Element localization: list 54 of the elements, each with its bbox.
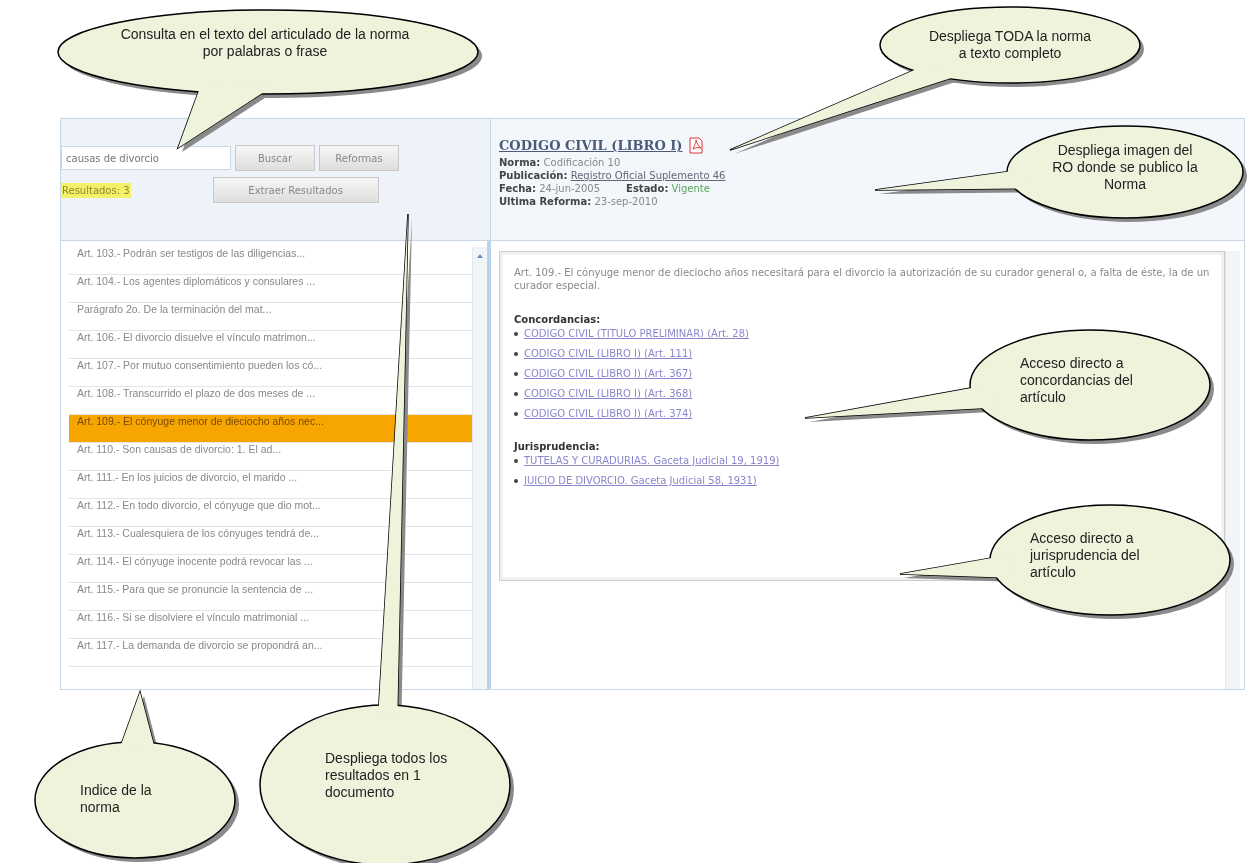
- article-text: Art. 109.- El cónyuge menor de dieciocho años necesitará para el divorcio la autorización de su curador general o, a falta de éste, la de un curador especial.: [514, 266, 1210, 292]
- bullet-icon: [514, 411, 518, 416]
- callout-text: Acceso directo a jurisprudencia del artículo: [1030, 530, 1141, 581]
- reference-link[interactable]: CODIGO CIVIL (LIBRO I) (Art. 367): [524, 368, 693, 379]
- bullet-icon: [514, 391, 518, 396]
- callout-text: Acceso directo a concordancias del artículo: [1020, 355, 1134, 406]
- bullet-icon: [514, 331, 518, 336]
- reference-link[interactable]: JUICIO DE DIVORCIO. Gaceta Judicial 58, 1931): [524, 475, 757, 486]
- callout-text: Consulta en el texto del articulado de la norma por palabras o frase: [119, 26, 411, 60]
- norm-title-link[interactable]: CODIGO CIVIL (LIBRO I): [499, 138, 683, 153]
- index-item[interactable]: Art. 116.- Si se disolviere el vínculo matrimonial ...: [69, 611, 472, 639]
- bullet-icon: [514, 478, 518, 483]
- index-item[interactable]: Art. 106.- El divorcio disuelve el vínculo matrimon...: [69, 331, 472, 359]
- bullet-icon: [514, 458, 518, 463]
- index-item[interactable]: Art. 104.- Los agentes diplomáticos y consulares ...: [69, 275, 472, 303]
- index-item[interactable]: Art. 103.- Podrán ser testigos de las diligencias...: [69, 247, 472, 275]
- norm-field: Ultima Reforma: 23-sep-2010: [499, 196, 658, 207]
- callout-text: Despliega todos los resultados en 1 documento: [325, 750, 449, 801]
- search-field[interactable]: causas de divorcio: [61, 146, 231, 170]
- norm-field: Publicación: Registro Oficial Suplemento 46: [499, 170, 726, 181]
- norm-field: Estado: Vigente: [626, 183, 710, 194]
- norm-field: Norma: Codificación 10: [499, 157, 621, 168]
- extract-results-button[interactable]: Extraer Resultados: [212, 177, 379, 203]
- callout-text: Despliega TODA la norma a texto completo: [927, 28, 1093, 62]
- search-button[interactable]: Buscar: [235, 145, 315, 171]
- index-item[interactable]: Art. 111.- En los juicios de divorcio, el marido ...: [69, 471, 472, 499]
- norm-field: Fecha: 24-jun-2005: [499, 183, 601, 194]
- index-item[interactable]: Art. 112.- En todo divorcio, el cónyuge que dio mot...: [69, 499, 472, 527]
- index-item[interactable]: Parágrafo 2o. De la terminación del mat...: [69, 303, 472, 331]
- bullet-icon: [514, 351, 518, 356]
- index-item[interactable]: Art. 115.- Para que se pronuncie la sentencia de ...: [69, 583, 472, 611]
- section-heading: Concordancias:: [514, 314, 602, 325]
- index-item[interactable]: Art. 114.- El cónyuge inocente podrá revocar las ...: [69, 555, 472, 583]
- publication-link[interactable]: Registro Oficial Suplemento 46: [570, 170, 726, 181]
- reference-link[interactable]: TUTELAS Y CURADURIAS. Gaceta Judicial 19, 1919): [524, 455, 780, 466]
- reference-link[interactable]: CODIGO CIVIL (TITULO PRELIMINAR) (Art. 28): [524, 328, 749, 339]
- index-item[interactable]: Art. 109.- El cónyuge menor de dieciocho años nec...: [69, 415, 472, 443]
- scrollbar[interactable]: [1225, 251, 1240, 689]
- search-button[interactable]: Reformas: [319, 145, 399, 171]
- reference-link[interactable]: CODIGO CIVIL (LIBRO I) (Art. 374): [524, 408, 693, 419]
- scrollbar[interactable]: [472, 247, 487, 689]
- index-item[interactable]: Art. 117.- La demanda de divorcio se propondrá an...: [69, 639, 472, 667]
- reference-link[interactable]: CODIGO CIVIL (LIBRO I) (Art. 111): [524, 348, 693, 359]
- index-item[interactable]: Art. 108.- Transcurrido el plazo de dos meses de ...: [69, 387, 472, 415]
- bullet-icon: [514, 371, 518, 376]
- callout-text: Despliega imagen del RO donde se publico la Norma: [1051, 142, 1199, 193]
- index-item[interactable]: Art. 110.- Son causas de divorcio: 1. El ad...: [69, 443, 472, 471]
- index-item[interactable]: Art. 107.- Por mutuo consentimiento pueden los có...: [69, 359, 472, 387]
- index-item[interactable]: Art. 113.- Cualesquiera de los cónyuges tendrá de...: [69, 527, 472, 555]
- reference-link[interactable]: CODIGO CIVIL (LIBRO I) (Art. 368): [524, 388, 693, 399]
- callout-text: Indice de la norma: [80, 782, 153, 816]
- section-heading: Jurisprudencia:: [514, 441, 601, 452]
- results-count: Resultados: 3: [61, 182, 131, 198]
- pdf-icon[interactable]: [688, 137, 703, 154]
